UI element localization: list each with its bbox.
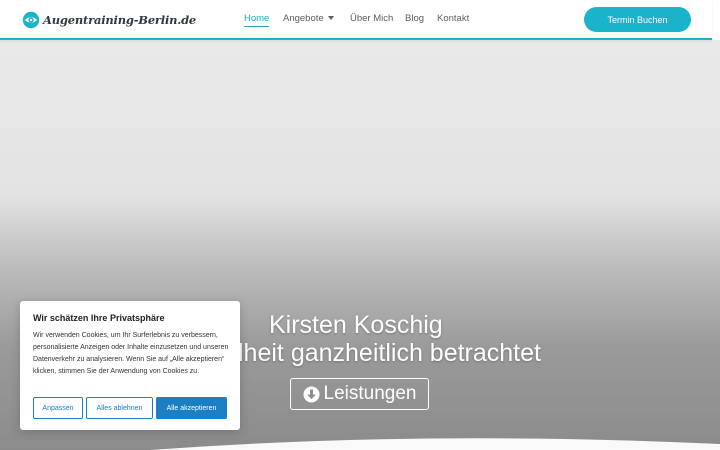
services-button-label: Leistungen bbox=[323, 383, 417, 404]
book-appointment-button[interactable]: Termin Buchen bbox=[584, 7, 691, 32]
cookie-banner: Wir schätzen Ihre Privatsphäre Wir verwe… bbox=[20, 301, 240, 430]
cookie-title: Wir schätzen Ihre Privatsphäre bbox=[33, 313, 165, 323]
nav-home[interactable]: Home bbox=[244, 13, 270, 27]
cookie-customize-button[interactable]: Anpassen bbox=[33, 397, 83, 419]
services-button[interactable]: Leistungen bbox=[290, 378, 429, 410]
hero-title: Kirsten Koschig bbox=[269, 311, 443, 339]
caret-down-icon[interactable] bbox=[328, 16, 334, 20]
site-header: Augentraining-Berlin.de Home Angebote Üb… bbox=[0, 0, 712, 40]
nav-uber-mich[interactable]: Über Mich bbox=[350, 13, 393, 24]
site-logo[interactable]: Augentraining-Berlin.de bbox=[22, 11, 196, 29]
nav-blog[interactable]: Blog bbox=[405, 13, 424, 24]
cookie-text: Wir verwenden Cookies, um Ihr Surferlebn… bbox=[33, 332, 229, 375]
hero-divider bbox=[150, 438, 720, 450]
nav-angebote[interactable]: Angebote bbox=[283, 13, 324, 24]
cookie-accept-all-button[interactable]: Alle akzeptieren bbox=[156, 397, 227, 419]
eye-icon bbox=[22, 11, 40, 29]
nav-kontakt[interactable]: Kontakt bbox=[437, 13, 469, 24]
download-circle-icon bbox=[303, 386, 320, 402]
logo-text: Augentraining-Berlin.de bbox=[43, 13, 197, 27]
cookie-reject-all-button[interactable]: Alles ablehnen bbox=[86, 397, 153, 419]
